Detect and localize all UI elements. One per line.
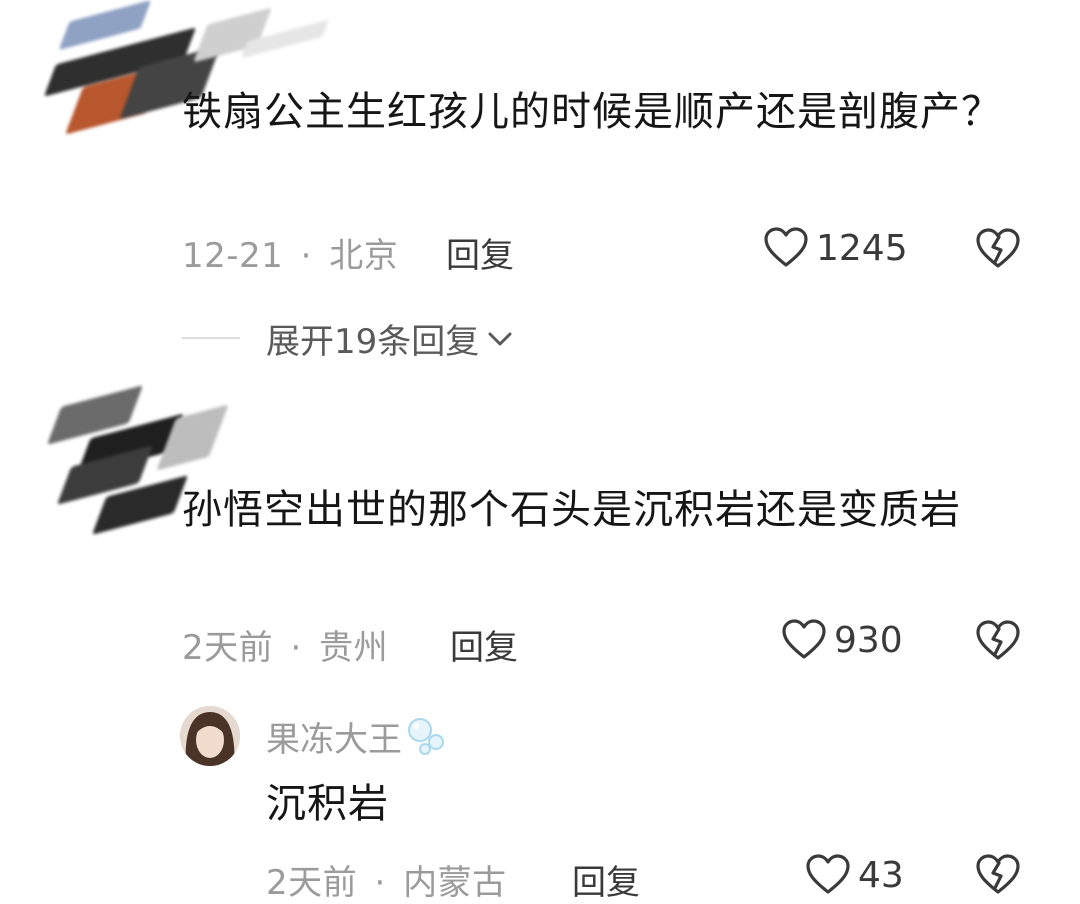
reply-button[interactable]: 回复 bbox=[572, 855, 640, 904]
like-button[interactable]: 930 bbox=[780, 616, 903, 664]
like-count: 1245 bbox=[816, 227, 908, 269]
dislike-button[interactable] bbox=[974, 618, 1022, 664]
reply-button[interactable]: 回复 bbox=[446, 228, 514, 277]
chevron-down-icon bbox=[488, 332, 512, 345]
like-button[interactable]: 43 bbox=[804, 851, 904, 899]
expand-divider bbox=[182, 337, 240, 339]
bubbles-icon bbox=[408, 717, 444, 755]
comment-location: 北京 bbox=[329, 236, 399, 276]
broken-heart-icon bbox=[976, 228, 1020, 268]
reply-button[interactable]: 回复 bbox=[450, 620, 518, 669]
heart-outline-icon bbox=[782, 619, 826, 659]
comment-meta: 2天前 · 贵州 bbox=[182, 620, 388, 669]
reply-date: 2天前 bbox=[266, 863, 358, 903]
comment-date: 12-21 bbox=[182, 236, 284, 276]
expand-replies-label: 展开19条回复 bbox=[266, 322, 480, 362]
comment-location: 贵州 bbox=[319, 628, 389, 668]
reply-username-label: 果冻大王 bbox=[266, 720, 402, 760]
expand-replies-button[interactable]: 展开19条回复 bbox=[266, 314, 515, 363]
reply-text: 沉积岩 bbox=[266, 781, 389, 827]
reply-meta: 2天前 · 内蒙古 bbox=[266, 855, 507, 904]
avatar-photo bbox=[180, 706, 240, 766]
comment-text: 孙悟空出世的那个石头是沉积岩还是变质岩 bbox=[182, 487, 961, 533]
dislike-button[interactable] bbox=[974, 852, 1022, 898]
comment-meta: 12-21 · 北京 bbox=[182, 228, 398, 277]
username[interactable] bbox=[156, 400, 230, 480]
separator: · bbox=[290, 628, 302, 668]
username[interactable] bbox=[193, 5, 330, 70]
dislike-button[interactable] bbox=[974, 226, 1022, 272]
heart-outline-icon bbox=[764, 227, 808, 267]
like-count: 930 bbox=[834, 619, 903, 661]
reply-avatar[interactable] bbox=[180, 706, 240, 766]
separator: · bbox=[300, 236, 312, 276]
broken-heart-icon bbox=[976, 620, 1020, 660]
like-count: 43 bbox=[858, 854, 904, 896]
like-button[interactable]: 1245 bbox=[762, 224, 908, 272]
reply-username[interactable]: 果冻大王 bbox=[266, 712, 452, 761]
separator: · bbox=[374, 863, 386, 903]
heart-outline-icon bbox=[806, 854, 850, 894]
reply-location: 内蒙古 bbox=[403, 863, 507, 903]
comment-text: 铁扇公主生红孩儿的时候是顺产还是剖腹产？ bbox=[182, 89, 1002, 135]
comment-date: 2天前 bbox=[182, 628, 274, 668]
broken-heart-icon bbox=[976, 854, 1020, 894]
